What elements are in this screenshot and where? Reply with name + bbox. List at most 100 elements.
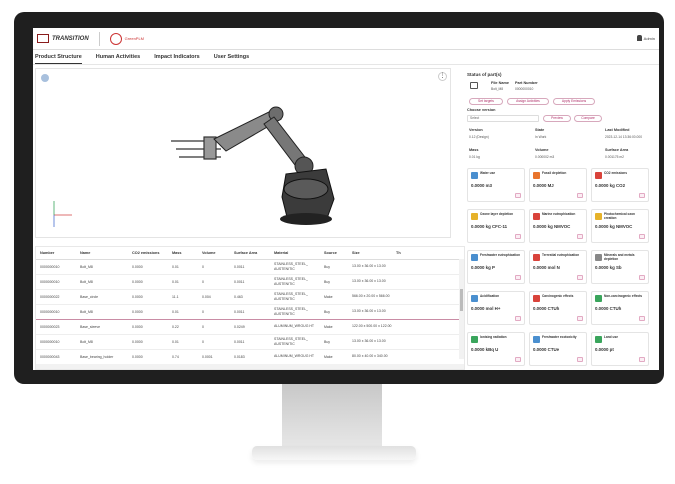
compare-button[interactable]: Compare: [574, 115, 602, 122]
version-select[interactable]: Select: [467, 115, 539, 122]
status-title: Status of part(s): [467, 72, 502, 77]
impact-details-button[interactable]: [639, 193, 645, 198]
impact-details-button[interactable]: [639, 234, 645, 239]
impact-details-button[interactable]: [515, 193, 521, 198]
impact-card[interactable]: Water use 0.0000 m3: [467, 168, 525, 202]
col-material[interactable]: Material: [270, 247, 320, 260]
impact-card[interactable]: Fossil depletion 0.0000 MJ: [529, 168, 587, 202]
apply-emissions-button[interactable]: Apply Emissions: [553, 98, 595, 105]
monitor-stand: [282, 384, 382, 452]
table-cell: [392, 349, 464, 365]
brand-gear-icon: [109, 32, 122, 45]
table-cell: 0.0011: [230, 274, 270, 290]
impact-details-button[interactable]: [515, 357, 521, 362]
table-cell: 0.004: [198, 289, 230, 305]
col-volume[interactable]: Volume: [198, 247, 230, 260]
app-header: TRANSITION GreenPLM Admin: [33, 28, 659, 50]
impact-category-icon: [471, 254, 478, 261]
detail-value: 0.000002 m3: [535, 155, 555, 159]
detail-label: Mass: [469, 148, 479, 152]
impact-value: 0.0000 mol H+: [471, 306, 501, 311]
table-cell: 0: [198, 334, 230, 350]
impact-title: Freshwater ecotoxicity: [542, 335, 577, 339]
table-row[interactable]: 0000000010Bolt_M80.00000.0100.0011STAINL…: [36, 334, 464, 350]
table-cell: STAINLESS_STEEL_ AUSTENITIC: [270, 259, 320, 275]
table-scrollbar-vertical[interactable]: [459, 259, 464, 359]
table-scrollbar-horizontal[interactable]: [36, 364, 464, 369]
table-cell: 11.1: [168, 289, 198, 305]
impact-details-button[interactable]: [515, 275, 521, 280]
col-co2[interactable]: CO2 emissions: [128, 247, 168, 260]
scrollbar-thumb[interactable]: [460, 289, 463, 311]
impact-card[interactable]: Carcinogenic effects 0.0000 CTUh: [529, 291, 587, 325]
table-cell: [392, 259, 464, 275]
tab-human-activities[interactable]: Human Activities: [96, 51, 140, 64]
tab-product-structure[interactable]: Product Structure: [35, 51, 82, 64]
table-row[interactable]: 0000000010Bolt_M80.00000.0100.0011STAINL…: [36, 274, 464, 290]
impact-card[interactable]: Land use 0.0000 pt: [591, 332, 649, 366]
impact-details-button[interactable]: [577, 357, 583, 362]
table-row[interactable]: 0000000023 Base_sleeve 0.0000 0.22 0 0.0249 AL…: [36, 319, 464, 335]
impact-details-button[interactable]: [515, 316, 521, 321]
logo-text: TRANSITION: [52, 35, 89, 42]
impact-details-button[interactable]: [515, 234, 521, 239]
table-cell: Base_sleeve: [76, 319, 128, 335]
impact-card[interactable]: CO2 emissions 0.0000 kg CO2: [591, 168, 649, 202]
assign-activities-button[interactable]: Assign Activities: [507, 98, 549, 105]
table-row[interactable]: 0000000010Bolt_M80.00000.0100.0011STAINL…: [36, 303, 464, 320]
table-cell: Bolt_M8: [76, 274, 128, 290]
tab-user-settings[interactable]: User Settings: [214, 51, 249, 64]
impact-card[interactable]: Freshwater eutrophication 0.0000 kg P: [467, 250, 525, 284]
impact-card[interactable]: Minerals and metals depletion 0.0000 kg S…: [591, 250, 649, 284]
impact-card[interactable]: Ionising radiation 0.0000 kBq U: [467, 332, 525, 366]
impact-value: 0.0000 kg Sb: [595, 265, 622, 270]
table-cell: 0: [198, 303, 230, 320]
col-source[interactable]: Source: [320, 247, 348, 260]
impact-value: 0.0000 kg P: [471, 265, 495, 270]
impact-details-button[interactable]: [577, 316, 583, 321]
impact-details-button[interactable]: [577, 193, 583, 198]
table-cell: 0: [198, 319, 230, 335]
impact-value: 0.0000 kg NMVOC: [595, 224, 633, 229]
user-menu[interactable]: Admin: [636, 35, 655, 41]
table-row[interactable]: 0000000010Bolt_M80.00000.0100.0011STAINL…: [36, 259, 464, 275]
impact-title: Fossil depletion: [542, 171, 567, 175]
table-row[interactable]: 0000000043 Base_bearing_holder 0.0000 0.74 0…: [36, 349, 464, 365]
model-viewer[interactable]: ⋮: [35, 68, 451, 238]
detail-label: Volume: [535, 148, 549, 152]
table-cell: ALUMINUM_WROUG HT: [270, 349, 320, 365]
table-row[interactable]: 0000000022 Base_circle 0.0000 11.1 0.004 0.46…: [36, 289, 464, 305]
col-name[interactable]: Name: [76, 247, 128, 260]
tab-impact-indicators[interactable]: Impact Indicators: [154, 51, 200, 64]
impact-card[interactable]: Non-carcinogenic effects 0.0000 CTUh: [591, 291, 649, 325]
table-cell: 0.0011: [230, 334, 270, 350]
impact-card[interactable]: Terrestial eutrophication 0.0000 mol N: [529, 250, 587, 284]
impact-details-button[interactable]: [577, 234, 583, 239]
col-size[interactable]: Size: [348, 247, 392, 260]
table-cell: 13.00 x 36.00 x 13.00: [348, 274, 392, 290]
impact-details-button[interactable]: [639, 275, 645, 280]
col-number[interactable]: Number: [36, 247, 76, 260]
col-mass[interactable]: Mass: [168, 247, 198, 260]
table-cell: 0.0000: [128, 289, 168, 305]
col-surface-area[interactable]: Surface Area: [230, 247, 270, 260]
impact-details-button[interactable]: [639, 357, 645, 362]
impact-card[interactable]: Ozone layer depletion 0.0000 kg CFC-11: [467, 209, 525, 243]
table-cell: 122.00 x 500.00 x 122.00: [348, 319, 392, 335]
impact-category-icon: [471, 295, 478, 302]
impact-card[interactable]: Freshwater ecotoxicity 0.0000 CTUe: [529, 332, 587, 366]
impact-details-button[interactable]: [639, 316, 645, 321]
table-cell: Bolt_M8: [76, 259, 128, 275]
impact-title: Carcinogenic effects: [542, 294, 574, 298]
preview-button[interactable]: Preview: [543, 115, 571, 122]
col-th[interactable]: Th: [392, 247, 464, 260]
impact-details-button[interactable]: [577, 275, 583, 280]
axes-gizmo-icon: [53, 201, 72, 227]
set-targets-button[interactable]: Set targets: [469, 98, 503, 105]
impact-category-icon: [533, 254, 540, 261]
impact-card[interactable]: Photochemical ozon creation 0.0000 kg NMV…: [591, 209, 649, 243]
impact-card[interactable]: Acidification 0.0000 mol H+: [467, 291, 525, 325]
impact-card[interactable]: Marine eutrophication 0.0000 kg NMVOC: [529, 209, 587, 243]
app-logo[interactable]: TRANSITION: [37, 34, 89, 43]
impact-value: 0.0000 pt: [595, 347, 614, 352]
